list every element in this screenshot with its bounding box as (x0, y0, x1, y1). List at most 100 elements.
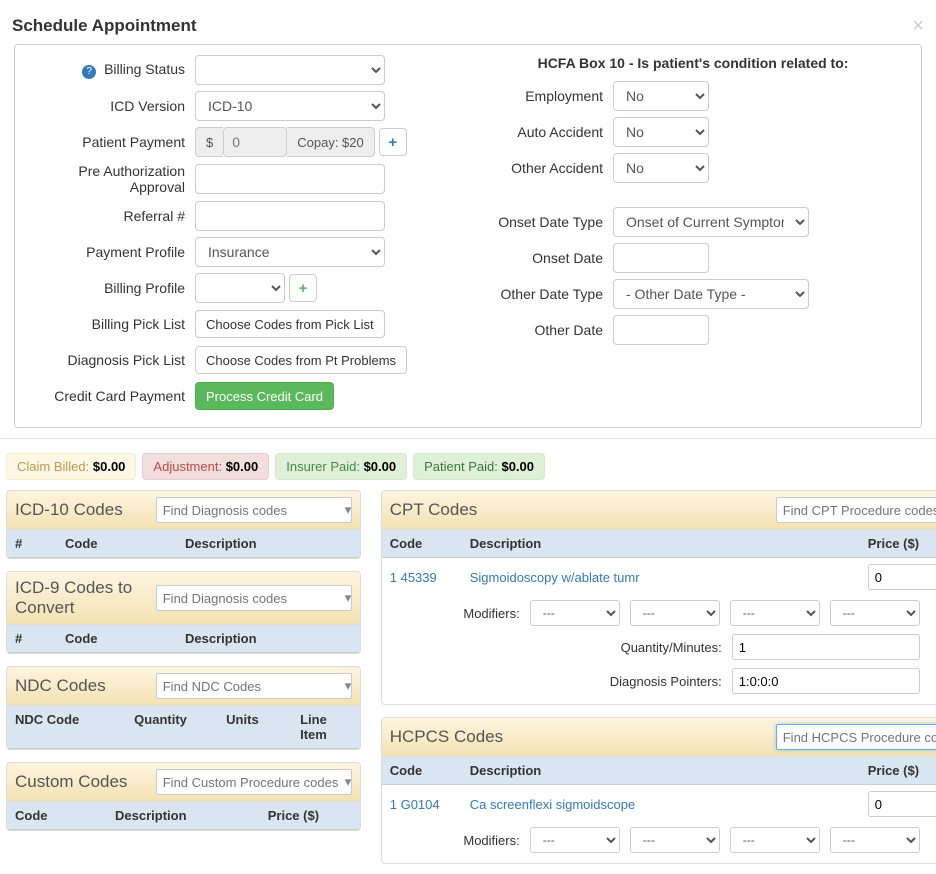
referral-input[interactable] (195, 201, 385, 231)
ndc-title: NDC Codes (15, 676, 106, 696)
claim-billed-badge: Claim Billed: $0.00 (6, 453, 136, 480)
hcpcs-mod1[interactable]: --- (530, 827, 620, 853)
process-credit-card-button[interactable]: Process Credit Card (195, 382, 334, 410)
cpt-search-input[interactable] (777, 498, 936, 522)
hcpcs-title: HCPCS Codes (390, 727, 503, 747)
hcpcs-search-input[interactable] (777, 725, 936, 749)
chevron-down-icon[interactable]: ▾ (345, 678, 352, 694)
ndc-search-input[interactable] (157, 674, 345, 698)
cpt-code-link[interactable]: 45339 (401, 570, 437, 585)
icd10-table-header: # Code Description (7, 530, 360, 558)
cpt-qty-label: Quantity/Minutes: (592, 640, 722, 655)
chevron-down-icon[interactable]: ▾ (345, 590, 352, 606)
onset-date-input[interactable] (613, 243, 709, 273)
billing-profile-label: Billing Profile (23, 280, 195, 296)
hcpcs-mod3[interactable]: --- (730, 827, 820, 853)
referral-label: Referral # (23, 208, 195, 224)
ndc-search[interactable]: ▾ (156, 673, 352, 699)
help-icon[interactable]: ? (82, 65, 96, 79)
modal-title: Schedule Appointment (12, 16, 197, 36)
custom-table-header: Code Description Price ($) (7, 802, 360, 830)
onset-type-label: Onset Date Type (473, 214, 613, 230)
hcpcs-modifiers-label: Modifiers: (390, 833, 520, 848)
icd-version-select[interactable]: ICD-10 (195, 91, 385, 121)
chevron-down-icon[interactable]: ▾ (345, 774, 352, 790)
other-accident-label: Other Accident (473, 160, 613, 176)
cpt-row: 1 45339 Sigmoidoscopy w/ablate tumr ✖ (382, 558, 936, 596)
hcpcs-price-input[interactable] (868, 791, 936, 817)
icd9-title: ICD-9 Codes to Convert (15, 578, 156, 618)
patient-payment-input[interactable] (223, 127, 287, 157)
icd9-card: ICD-9 Codes to Convert ▾ # Code Descript… (6, 571, 361, 654)
cpt-card: CPT Codes ▾ Code Description Price ($) 1… (381, 490, 936, 705)
insurer-paid-badge: Insurer Paid: $0.00 (275, 453, 407, 480)
cpt-title: CPT Codes (390, 500, 478, 520)
onset-type-select[interactable]: Onset of Current Symptoms o (613, 207, 809, 237)
hcpcs-search[interactable]: ▾ (776, 724, 936, 750)
onset-date-label: Onset Date (473, 250, 613, 266)
cpt-mod2[interactable]: --- (630, 600, 720, 626)
hcpcs-table-header: Code Description Price ($) (382, 757, 936, 785)
other-type-label: Other Date Type (473, 286, 613, 302)
plus-icon: + (299, 280, 308, 297)
custom-search-input[interactable] (157, 770, 345, 794)
custom-title: Custom Codes (15, 772, 127, 792)
cpt-mod3[interactable]: --- (730, 600, 820, 626)
cpt-price-input[interactable] (868, 564, 936, 590)
cpt-mod1[interactable]: --- (530, 600, 620, 626)
custom-card: Custom Codes ▾ Code Description Price ($… (6, 762, 361, 831)
payment-profile-select[interactable]: Insurance (195, 237, 385, 267)
plus-icon: + (388, 134, 397, 151)
payment-profile-label: Payment Profile (23, 244, 195, 260)
currency-addon: $ (195, 127, 223, 157)
auto-accident-select[interactable]: No (613, 117, 709, 147)
pre-auth-label: Pre Authorization Approval (23, 163, 195, 195)
cpt-table-header: Code Description Price ($) (382, 530, 936, 558)
icd10-search[interactable]: ▾ (156, 497, 352, 523)
other-date-label: Other Date (473, 322, 613, 338)
icd9-table-header: # Code Description (7, 625, 360, 653)
cpt-row-num[interactable]: 1 (390, 570, 397, 585)
add-billing-profile-button[interactable]: + (289, 274, 317, 302)
icd-version-label: ICD Version (23, 98, 195, 114)
hcpcs-code-link[interactable]: G0104 (401, 797, 440, 812)
employment-select[interactable]: No (613, 81, 709, 111)
billing-picklist-button[interactable]: Choose Codes from Pick List (195, 310, 385, 338)
cpt-search[interactable]: ▾ (776, 497, 936, 523)
other-type-select[interactable]: - Other Date Type - (613, 279, 809, 309)
other-accident-select[interactable]: No (613, 153, 709, 183)
cpt-qty-input[interactable] (732, 634, 920, 660)
billing-status-select[interactable] (195, 55, 385, 85)
adjustment-badge: Adjustment: $0.00 (142, 453, 269, 480)
diagnosis-picklist-button[interactable]: Choose Codes from Pt Problems (195, 346, 407, 374)
pre-auth-input[interactable] (195, 164, 385, 194)
icd9-search[interactable]: ▾ (156, 585, 352, 611)
add-payment-button[interactable]: + (379, 128, 407, 156)
hcpcs-row-num[interactable]: 1 (390, 797, 397, 812)
other-date-input[interactable] (613, 315, 709, 345)
diagnosis-picklist-label: Diagnosis Pick List (23, 352, 195, 368)
billing-profile-select[interactable] (195, 273, 285, 303)
icd10-search-input[interactable] (157, 498, 345, 522)
custom-search[interactable]: ▾ (156, 769, 352, 795)
cpt-mod4[interactable]: --- (830, 600, 920, 626)
hcpcs-mod2[interactable]: --- (630, 827, 720, 853)
icd10-card: ICD-10 Codes ▾ # Code Description (6, 490, 361, 559)
cpt-dp-input[interactable] (732, 668, 920, 694)
icd9-search-input[interactable] (157, 586, 345, 610)
cpt-desc-link[interactable]: Sigmoidoscopy w/ablate tumr (470, 570, 640, 585)
cpt-dp-label: Diagnosis Pointers: (592, 674, 722, 689)
billing-status-label: Billing Status (104, 61, 185, 77)
chevron-down-icon[interactable]: ▾ (345, 502, 352, 518)
cpt-modifiers-label: Modifiers: (390, 606, 520, 621)
billing-picklist-label: Billing Pick List (23, 316, 195, 332)
hcpcs-row: 1 G0104 Ca screenflexi sigmoidscope ✖ (382, 785, 936, 823)
hcpcs-mod4[interactable]: --- (830, 827, 920, 853)
copay-addon: Copay: $20 (287, 127, 375, 157)
employment-label: Employment (473, 88, 613, 104)
cc-payment-label: Credit Card Payment (23, 388, 195, 404)
patient-paid-badge: Patient Paid: $0.00 (413, 453, 545, 480)
close-icon[interactable]: × (912, 16, 924, 36)
hcpcs-desc-link[interactable]: Ca screenflexi sigmoidscope (470, 797, 635, 812)
hcpcs-card: HCPCS Codes ▾ Code Description Price ($)… (381, 717, 936, 864)
